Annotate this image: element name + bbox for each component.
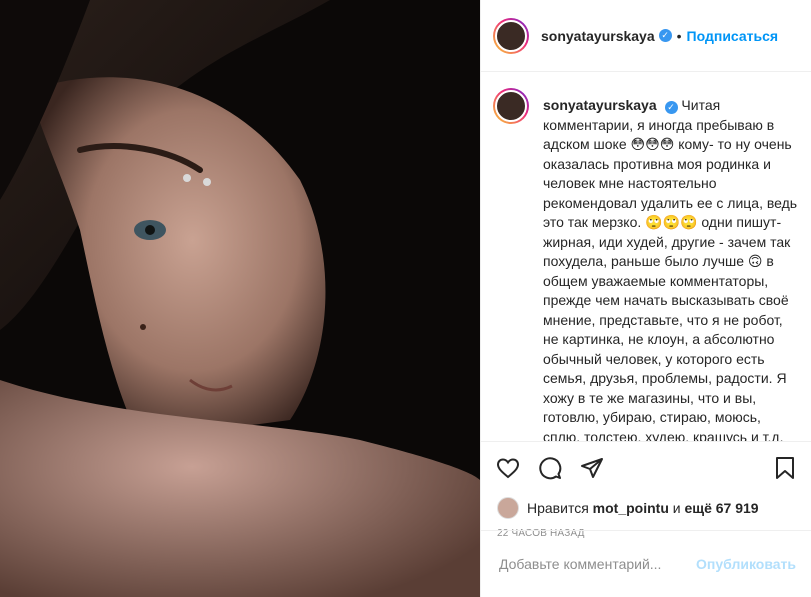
add-comment-row: Опубликовать	[481, 530, 811, 597]
verified-badge-icon: ✓	[658, 29, 672, 42]
comment-icon[interactable]	[537, 455, 563, 481]
post-side-panel: sonyatayurskaya ✓ • Подписаться sonyatay…	[480, 0, 811, 597]
heart-icon[interactable]	[495, 455, 521, 481]
likes-summary: Нравится mot_pointu и ещё 67 919	[481, 494, 811, 522]
liker-username[interactable]: mot_pointu	[593, 500, 669, 516]
comment-input[interactable]	[497, 555, 697, 573]
avatar-image	[495, 90, 527, 122]
avatar-image	[495, 19, 527, 52]
likes-prefix: Нравится	[527, 500, 589, 516]
caption-text: Читая комментарии, я иногда пребываю в а…	[543, 97, 798, 441]
separator-dot: •	[676, 27, 682, 44]
likes-count[interactable]: ещё 67 919	[685, 500, 759, 516]
action-bar	[481, 442, 811, 494]
post-caption: sonyatayurskaya ✓ Читая комментарии, я и…	[543, 96, 799, 441]
author-avatar[interactable]	[493, 17, 529, 54]
post-photo[interactable]	[0, 0, 480, 597]
portrait-image	[0, 0, 480, 597]
comments-section[interactable]: sonyatayurskaya ✓ Читая комментарии, я и…	[481, 72, 811, 441]
bookmark-icon[interactable]	[772, 455, 798, 481]
verified-badge-icon: ✓	[664, 101, 678, 115]
post-comment-button[interactable]: Опубликовать	[696, 556, 796, 572]
follow-button[interactable]: Подписаться	[687, 28, 779, 44]
caption-author-avatar[interactable]	[493, 88, 529, 124]
liker-avatar[interactable]	[497, 497, 519, 519]
share-icon[interactable]	[579, 455, 605, 481]
likes-middle: и	[672, 500, 681, 516]
caption-username[interactable]: sonyatayurskaya	[543, 97, 657, 113]
post-header: sonyatayurskaya ✓ • Подписаться	[481, 0, 811, 72]
instagram-post: sonyatayurskaya ✓ • Подписаться sonyatay…	[0, 0, 811, 597]
author-username[interactable]: sonyatayurskaya	[541, 28, 655, 44]
